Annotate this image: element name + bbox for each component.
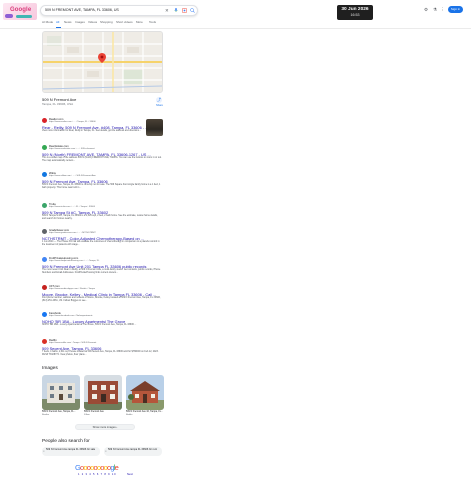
doodle-shape [5,14,13,18]
result-snippet: View more information for Rear, Reilly i… [42,130,141,132]
result-url[interactable]: https://www.medicalapps.com › Florida › … [49,288,95,290]
tab-short-videos[interactable]: Short videos [116,20,133,24]
location-pin-icon [98,53,106,63]
doodle-shape [16,15,32,18]
related-search-chip[interactable]: ⌕ 509 N Fremont Ave tampa FL 33606 for s… [42,447,100,456]
result-url[interactable]: https://www.realestate.com › ... › 509-n… [49,148,95,150]
divider [0,28,471,29]
clock-time: 16:53 [350,13,360,17]
site-favicon-icon [42,312,47,317]
related-search-chip[interactable]: ⌕ 509 N Fremont Ave tampa FL 33606 for r… [104,447,162,456]
close-icon[interactable]: ✕ [165,8,169,13]
tab-tools[interactable]: Tools [149,20,156,24]
tab-more[interactable]: More [136,20,143,24]
site-favicon-icon [42,285,47,290]
site-favicon-icon [42,145,47,150]
tab-images[interactable]: Images [75,20,85,24]
pagination-logo: Gooooooooogle [75,463,119,472]
result-url[interactable]: https://www.redfin.com › Tampa › 509-N-F… [49,342,96,344]
site-favicon-icon [42,339,47,344]
pagination: Gooooooooogle 1 2 3 4 5 6 7 8 9 10 Next [75,463,135,477]
tab-all[interactable]: All [56,20,59,24]
site-favicon-icon [42,118,47,123]
share-label[interactable]: Share [156,104,163,107]
image-source: Realtor [42,414,50,416]
image-caption[interactable]: 509 N Fremont Ave [84,411,104,413]
people-also-search-heading: People also search for [42,439,90,444]
show-more-label: Show more images [92,426,116,429]
share-icon[interactable]: ⤴ [156,97,162,103]
next-page-link[interactable]: Next [127,472,133,476]
google-doodle-logo[interactable]: Google [3,3,37,20]
result-url[interactable]: https://www.zillow.com › ... › 509-N-Fre… [49,175,96,177]
result-url[interactable]: https://www.findprivatehousing.com › ...… [49,260,99,262]
search-icon[interactable] [190,8,195,14]
search-icon: ⌕ [105,448,107,453]
show-more-images-button[interactable]: Show more images › [75,424,135,430]
result-snippet: 509 N Tampa St #C, Tampa, FL 33602 is a … [42,215,158,220]
result-url[interactable]: https://www.trulia.com › ... › FL › Tamp… [49,206,95,208]
result-snippet: 7 beds, 4 baths, 2,311 sq ft house locat… [42,351,159,356]
chevron-right-icon: › [116,426,118,429]
settings-icon[interactable]: ⚙ [424,7,428,13]
tab-ai-mode[interactable]: AI Mode [42,20,53,24]
logo-label: Google [10,7,32,13]
result-thumbnail[interactable] [146,119,163,136]
site-favicon-icon [42,229,47,234]
lens-icon[interactable] [182,8,187,14]
result-snippet: 1 Jun 2024 — The Phase 3/4 trial will ev… [42,241,160,246]
search-input[interactable]: 509 N FREMONT AVE, TAMPA, FL 33606, US ✕ [40,5,198,16]
image-result[interactable] [126,375,164,410]
result-snippet: The most recent Unit Rear in Reilly, at … [42,269,161,274]
image-source: Zillow [84,414,90,416]
site-favicon-icon [42,257,47,262]
image-caption[interactable]: 509 N Fremont Ave, Tampa, FL... [42,411,76,413]
result-url[interactable]: https://www.gradesaver.com › ... › NCTHS… [49,232,96,234]
mic-icon[interactable] [174,8,178,14]
related-search-label: 509 N Fremont Ave tampa FL 33606 for sal… [46,448,96,451]
apps-icon[interactable]: ⋮ [440,7,445,13]
result-snippet: NOHO 'BR 1BA - Luxury Apartmentsl at The… [42,324,137,326]
tab-shopping[interactable]: Shopping [100,20,113,24]
clock-date: 30 Jun 2026 [341,7,369,12]
clock-overlay: 30 Jun 2026 16:53 [337,5,373,20]
related-search-label: 509 N Fremont Ave tampa FL 33606 for ren… [108,448,157,451]
sign-in-button[interactable]: Sign in [448,6,463,13]
image-result[interactable] [42,375,80,410]
page-numbers[interactable]: 1 2 3 4 5 6 7 8 9 10 [78,473,116,476]
image-result[interactable] [84,375,122,410]
place-address: Tampa, FL 33606, USA [42,102,74,106]
site-favicon-icon [42,172,47,177]
image-caption[interactable]: 509 N Fremont Ave 10, Tampa, FL... [126,411,163,413]
images-heading: Images [42,366,58,371]
search-icon: ⌕ [43,448,45,453]
result-url[interactable]: https://www.facebook.com › Nohoapartment… [49,315,93,317]
result-snippet: Find phone number, address and reviews o… [42,297,161,302]
result-snippet: 509 N Fremont Ave, Tampa, FL 33606 is cu… [42,184,161,189]
image-source: Redfin [126,414,133,416]
tab-videos[interactable]: Videos [88,20,97,24]
search-query[interactable]: 509 N FREMONT AVE, TAMPA, FL 33606, US [45,8,119,12]
result-url[interactable]: https://www.realtor.com › ... › Tampa, F… [49,121,96,123]
site-favicon-icon [42,203,47,208]
labs-icon[interactable]: ⚗ [433,7,437,13]
tab-news[interactable]: News [64,20,72,24]
map-preview[interactable] [42,31,163,93]
result-snippet: This is a street map of the address 509 … [42,157,162,162]
